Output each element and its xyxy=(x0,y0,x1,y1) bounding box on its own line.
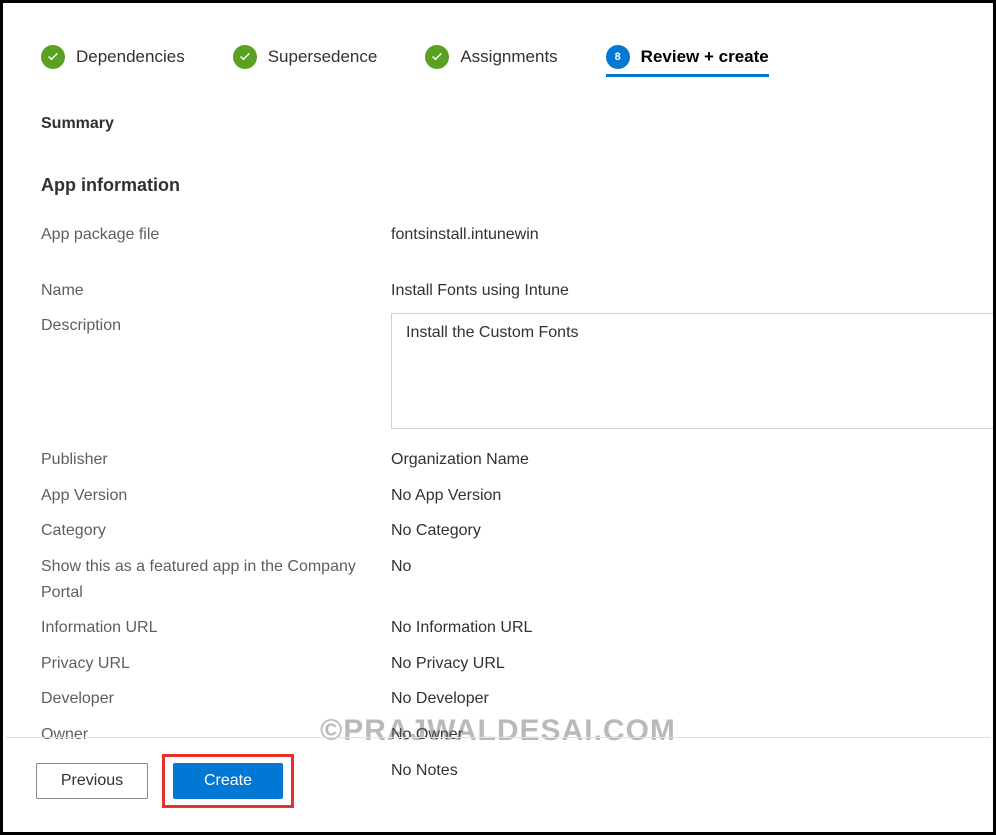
step-review-create[interactable]: 8 Review + create xyxy=(606,45,769,77)
summary-heading: Summary xyxy=(41,115,955,133)
check-icon xyxy=(233,45,257,69)
field-label: Show this as a featured app in the Compa… xyxy=(41,554,391,605)
step-supersedence[interactable]: Supersedence xyxy=(233,45,378,77)
field-value: No App Version xyxy=(391,483,501,509)
step-label: Assignments xyxy=(460,47,557,67)
footer: Previous Create xyxy=(6,737,990,832)
row-publisher: Publisher Organization Name xyxy=(41,447,955,473)
field-label: Information URL xyxy=(41,615,391,641)
section-heading: App information xyxy=(41,175,955,196)
field-label: Developer xyxy=(41,686,391,712)
description-box: Install the Custom Fonts xyxy=(391,313,993,429)
field-label: Category xyxy=(41,518,391,544)
previous-button[interactable]: Previous xyxy=(36,763,148,799)
field-label: Name xyxy=(41,278,391,304)
row-description: Description Install the Custom Fonts xyxy=(41,313,955,429)
row-information-url: Information URL No Information URL xyxy=(41,615,955,641)
step-assignments[interactable]: Assignments xyxy=(425,45,557,77)
check-icon xyxy=(41,45,65,69)
step-number-icon: 8 xyxy=(606,45,630,69)
row-app-package-file: App package file fontsinstall.intunewin xyxy=(41,222,955,248)
step-label: Review + create xyxy=(641,47,769,67)
highlight-annotation: Create xyxy=(162,754,294,808)
wizard-steps: Dependencies Supersedence Assignments 8 … xyxy=(41,45,955,77)
step-label: Supersedence xyxy=(268,47,378,67)
field-value: Organization Name xyxy=(391,447,529,473)
field-label: App package file xyxy=(41,222,391,248)
field-value: No Developer xyxy=(391,686,489,712)
field-value: No Category xyxy=(391,518,481,544)
step-label: Dependencies xyxy=(76,47,185,67)
step-dependencies[interactable]: Dependencies xyxy=(41,45,185,77)
row-app-version: App Version No App Version xyxy=(41,483,955,509)
row-developer: Developer No Developer xyxy=(41,686,955,712)
field-label: App Version xyxy=(41,483,391,509)
field-value: fontsinstall.intunewin xyxy=(391,222,539,248)
row-name: Name Install Fonts using Intune xyxy=(41,278,955,304)
row-featured-app: Show this as a featured app in the Compa… xyxy=(41,554,955,605)
field-value: No Information URL xyxy=(391,615,532,641)
field-label: Publisher xyxy=(41,447,391,473)
field-value: No Privacy URL xyxy=(391,651,505,677)
create-button[interactable]: Create xyxy=(173,763,283,799)
field-label: Description xyxy=(41,313,391,339)
field-value: No xyxy=(391,554,411,580)
field-value: Install Fonts using Intune xyxy=(391,278,569,304)
field-label: Privacy URL xyxy=(41,651,391,677)
row-privacy-url: Privacy URL No Privacy URL xyxy=(41,651,955,677)
check-icon xyxy=(425,45,449,69)
row-category: Category No Category xyxy=(41,518,955,544)
